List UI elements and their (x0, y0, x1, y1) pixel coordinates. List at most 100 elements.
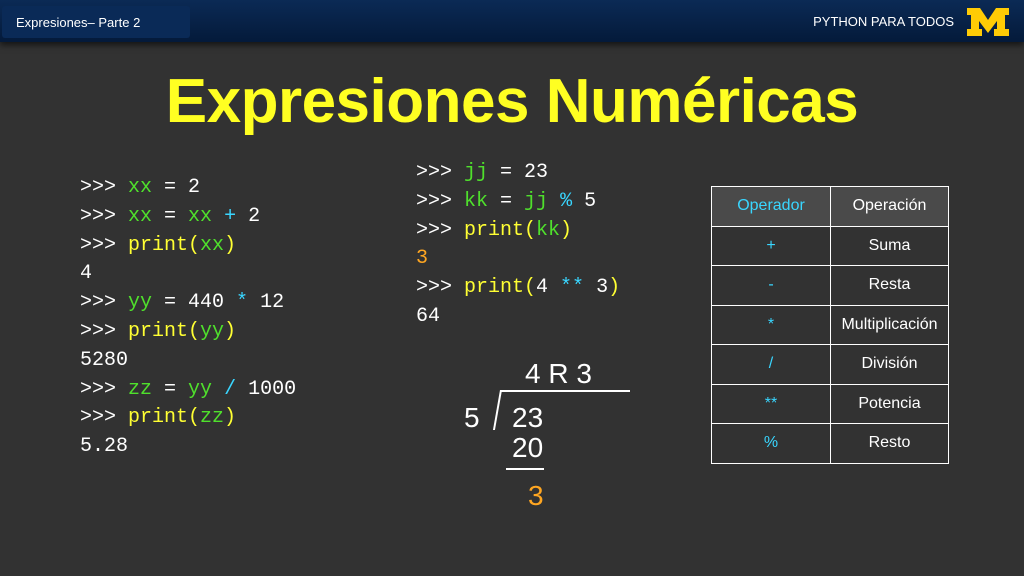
michigan-logo-icon (967, 8, 1009, 36)
code-token: yy (200, 319, 225, 343)
code-line: >>> print(kk) (416, 217, 620, 246)
code-token: + (224, 204, 237, 228)
code-block-left: >>> xx = 2 >>> xx = xx + 2 >>> print(xx) 4 >… (80, 174, 296, 462)
table-row: - Resta (711, 265, 949, 306)
code-token: >>> (80, 377, 129, 401)
division-dividend: 23 (512, 402, 544, 433)
division-bracket-line (492, 390, 502, 430)
code-line: >>> jj = 23 (416, 159, 620, 188)
code-token: print( (128, 233, 201, 257)
operator-symbol: * (711, 304, 831, 345)
code-token: = (152, 377, 189, 401)
operation-name: Resta (830, 265, 949, 306)
code-token: ** (560, 276, 585, 300)
division-underline (506, 468, 544, 470)
operation-name: Potencia (830, 383, 949, 424)
code-token: / (224, 377, 237, 401)
division-subtract: 20 (512, 432, 544, 463)
long-division-diagram: 4 R 3 5 23 20 3 (420, 354, 660, 514)
operator-symbol: + (711, 225, 831, 266)
code-line: 3 (416, 245, 620, 274)
code-token: xx (188, 204, 213, 228)
code-token: 5 (572, 189, 597, 213)
operation-name: Multiplicación (830, 304, 949, 345)
section-label: Expresiones– Parte 2 (16, 15, 141, 30)
code-token: zz (200, 406, 225, 430)
course-name: PYTHON PARA TODOS (813, 14, 954, 29)
code-token: xx (128, 176, 153, 199)
code-token: jj (524, 189, 549, 213)
code-token: print( (128, 319, 201, 343)
code-line: >>> print(yy) (80, 318, 296, 347)
code-line: 5280 (80, 347, 296, 376)
code-token: = 23 (488, 161, 549, 184)
code-token: * (236, 291, 249, 315)
division-divisor: 5 (464, 402, 480, 433)
code-token: >>> (416, 218, 465, 242)
operator-symbol: ** (711, 383, 831, 424)
code-token: 4 (80, 262, 93, 286)
code-token: = 440 (152, 291, 237, 315)
operator-table-header: Operador Operación (711, 186, 949, 227)
table-row: ** Potencia (711, 383, 949, 424)
code-token: >>> (80, 176, 129, 199)
code-token: >>> (416, 161, 465, 184)
code-token: ) (224, 319, 237, 343)
code-token: xx (128, 204, 153, 228)
section-label-box: Expresiones– Parte 2 (2, 6, 190, 38)
code-token: print( (464, 218, 537, 242)
code-token: >>> (80, 291, 129, 315)
code-line: >>> xx = xx + 2 (80, 203, 296, 232)
code-token: >>> (416, 276, 465, 300)
code-token: >>> (416, 189, 465, 213)
operator-symbol: / (711, 344, 831, 385)
header-operation: Operación (830, 186, 949, 227)
code-token: >>> (80, 319, 129, 343)
code-token: >>> (80, 406, 129, 430)
code-token: = (488, 189, 525, 213)
code-line: >>> print(zz) (80, 404, 296, 433)
code-line: >>> print(4 ** 3) (416, 274, 620, 303)
code-token: 3 (416, 247, 429, 271)
code-token: zz (128, 377, 153, 401)
code-token: kk (464, 189, 489, 213)
code-token: ) (560, 218, 573, 242)
code-token: 5.28 (80, 435, 129, 459)
code-token: print( (128, 406, 201, 430)
code-token: ) (224, 406, 237, 430)
code-token: >>> (80, 233, 129, 257)
table-row: / División (711, 344, 949, 385)
code-line: >>> yy = 440 * 12 (80, 289, 296, 318)
division-top-line (500, 390, 630, 392)
code-line: >>> zz = yy / 1000 (80, 376, 296, 405)
code-line: 64 (416, 303, 620, 332)
code-token: 3 (584, 276, 609, 300)
code-token: 4 (536, 276, 561, 300)
code-token: % (560, 189, 573, 213)
slide-title: Expresiones Numéricas (165, 67, 859, 136)
code-token: yy (188, 377, 213, 401)
operator-symbol: % (711, 423, 831, 464)
code-token: 5280 (80, 348, 129, 372)
code-token: >>> (80, 204, 129, 228)
operation-name: Resto (830, 423, 949, 464)
table-row: + Suma (711, 225, 949, 266)
code-token: ) (608, 276, 621, 300)
code-line: >>> xx = 2 (80, 174, 296, 203)
header-operator: Operador (711, 186, 831, 227)
code-line: 4 (80, 260, 296, 289)
code-line: >>> kk = jj % 5 (416, 188, 620, 217)
code-token: 2 (236, 204, 261, 228)
code-line: 5.28 (80, 433, 296, 462)
operator-symbol: - (711, 265, 831, 306)
code-token: print( (464, 276, 537, 300)
table-row: * Multiplicación (711, 304, 949, 345)
code-token: ) (224, 233, 237, 257)
code-token: xx (200, 233, 225, 257)
table-row: % Resto (711, 423, 949, 464)
division-remainder: 3 (528, 480, 544, 511)
code-line: >>> print(xx) (80, 232, 296, 261)
